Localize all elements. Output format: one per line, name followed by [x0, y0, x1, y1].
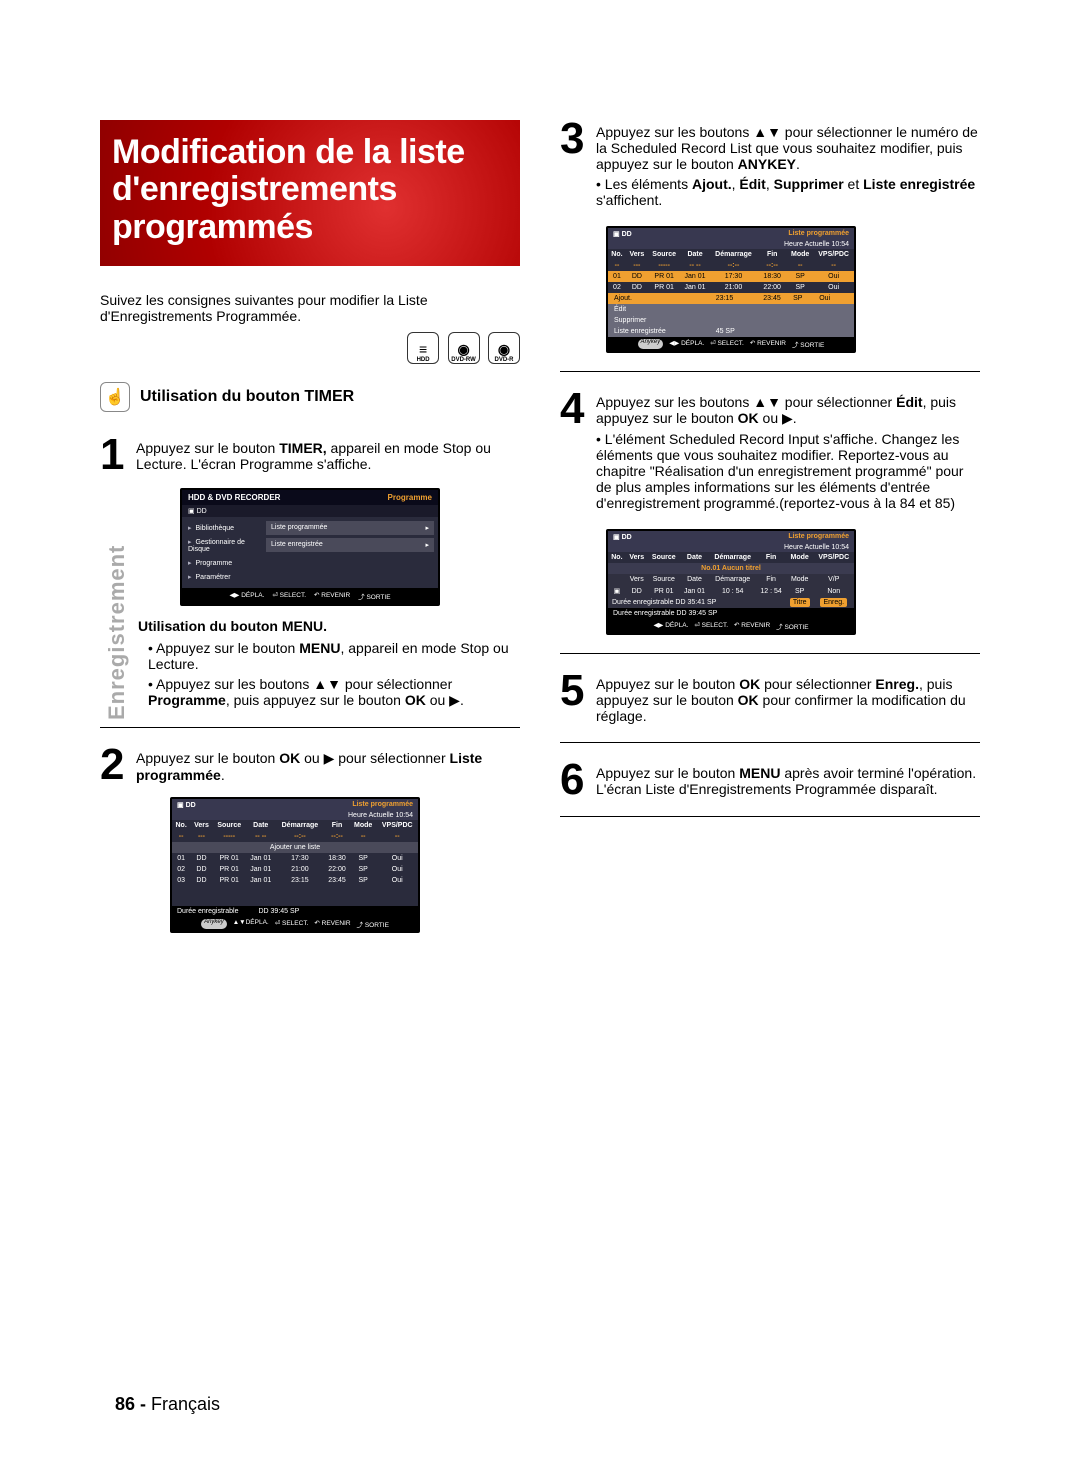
step-6: 6 Appuyez sur le bouton MENU après avoir… [560, 761, 980, 798]
step-5-text: Appuyez sur le bouton OK pour sélectionn… [596, 672, 980, 724]
section-heading: Utilisation du bouton TIMER [140, 388, 354, 406]
step-3: 3 Appuyez sur les boutons ▲▼ pour sélect… [560, 120, 980, 212]
main-title-box: Modification de la liste d'enregistremen… [100, 120, 520, 266]
dvdrw-icon: ◉DVD-RW [448, 332, 480, 364]
step-number-1: 1 [100, 436, 128, 473]
section-heading-row: ☝ Utilisation du bouton TIMER [100, 382, 520, 412]
menu-subheading: Utilisation du bouton MENU. [138, 618, 520, 634]
step-number-6: 6 [560, 761, 588, 798]
timer-icon: ☝ [100, 382, 130, 412]
menu-usage-block: Utilisation du bouton MENU. Appuyez sur … [138, 618, 520, 709]
step-4-text: Appuyez sur les boutons ▲▼ pour sélectio… [596, 390, 980, 515]
intro-text: Suivez les consignes suivantes pour modi… [100, 292, 520, 324]
step-2-text: Appuyez sur le bouton OK ou ▶ pour sélec… [136, 746, 520, 783]
step-number-4: 4 [560, 390, 588, 515]
hdd-icon: ≡HDD [407, 332, 439, 364]
side-category-label: Enregistrement [104, 545, 130, 720]
media-icon-row: ≡HDD ◉DVD-RW ◉DVD-R [100, 332, 520, 364]
step-number-3: 3 [560, 120, 588, 212]
osd-liste-programmee: ▣ DDListe programmée Heure Actuelle 10:5… [170, 797, 420, 933]
step-5: 5 Appuyez sur le bouton OK pour sélectio… [560, 672, 980, 724]
dvdr-icon: ◉DVD-R [488, 332, 520, 364]
step-number-2: 2 [100, 746, 128, 783]
step-number-5: 5 [560, 672, 588, 724]
title-line-1: Modification de la liste [112, 134, 508, 171]
osd-anykey-menu: ▣ DDListe programmée Heure Actuelle 10:5… [606, 226, 856, 353]
divider [560, 653, 980, 654]
step-2: 2 Appuyez sur le bouton OK ou ▶ pour sél… [100, 746, 520, 783]
divider [100, 727, 520, 728]
osd-edit-entry: ▣ DDListe programmée Heure Actuelle 10:5… [606, 529, 856, 635]
divider [560, 742, 980, 743]
osd-programme-menu: HDD & DVD RECORDERProgramme ▣ DD Bibliot… [180, 488, 440, 606]
page-footer: 86 - Français [115, 1394, 220, 1415]
divider [560, 371, 980, 372]
title-line-2: d'enregistrements programmés [112, 171, 508, 246]
step-1-text: Appuyez sur le bouton TIMER, appareil en… [136, 436, 520, 473]
step-6-text: Appuyez sur le bouton MENU après avoir t… [596, 761, 980, 798]
step-3-text: Appuyez sur les boutons ▲▼ pour sélectio… [596, 120, 980, 212]
step-4: 4 Appuyez sur les boutons ▲▼ pour sélect… [560, 390, 980, 515]
step-1: 1 Appuyez sur le bouton TIMER, appareil … [100, 436, 520, 473]
step-4-bullet: L'élément Scheduled Record Input s'affic… [596, 431, 980, 511]
divider [560, 816, 980, 817]
